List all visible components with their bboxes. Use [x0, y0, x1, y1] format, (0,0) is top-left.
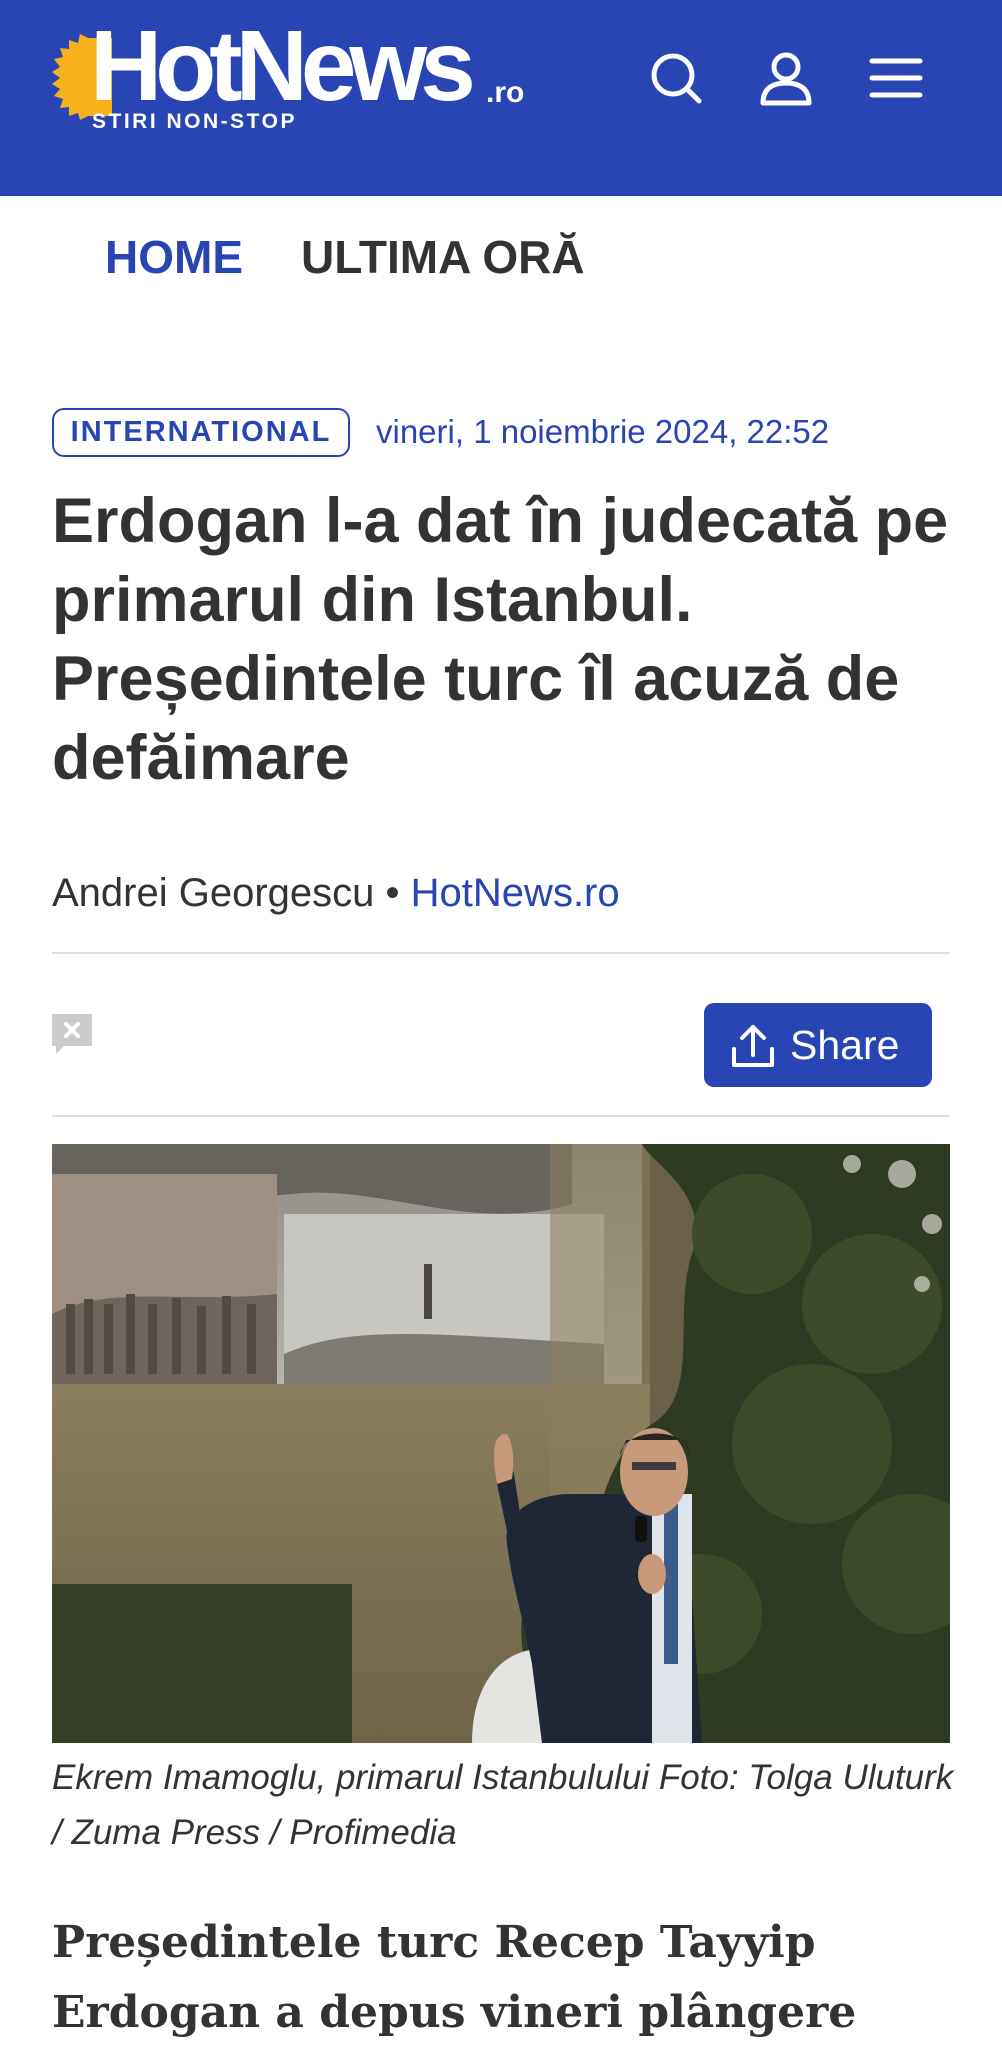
logo-tagline: STIRI NON-STOP	[92, 110, 297, 133]
article-title: Erdogan l-a dat în judecată pe primarul …	[52, 486, 949, 793]
share-button[interactable]: Share	[704, 1003, 932, 1087]
divider	[52, 952, 950, 954]
nav-item-ultima-ora[interactable]: ULTIMA ORĂ	[301, 232, 585, 283]
byline-separator: •	[385, 871, 400, 915]
category-badge[interactable]: INTERNATIONAL	[52, 408, 350, 457]
author-name[interactable]: Andrei Georgescu	[52, 871, 374, 915]
image-caption: Ekrem Imamoglu, primarul Istanbulului Fo…	[52, 1758, 954, 1852]
search-button[interactable]	[648, 50, 704, 106]
article-byline: Andrei Georgescu • HotNews.ro	[52, 868, 620, 918]
article-date: vineri, 1 noiembrie 2024, 22:52	[376, 413, 830, 450]
share-label: Share	[790, 1022, 900, 1068]
article-photo	[52, 1144, 950, 1743]
upload-share-icon	[732, 1025, 774, 1067]
account-button[interactable]	[758, 50, 814, 106]
article-lead: Președintele turc Recep Tayyip Erdogan a…	[52, 1917, 857, 2038]
nav-item-home[interactable]: HOME	[105, 232, 243, 283]
user-icon	[760, 52, 812, 106]
logo-wordmark: HotNews	[90, 10, 476, 122]
main-nav: HOME ULTIMA ORĂ	[0, 196, 1002, 326]
hotnews-logo[interactable]: HotNews .ro STIRI NON-STOP	[52, 10, 532, 138]
hamburger-menu-icon	[869, 58, 923, 98]
divider	[52, 1115, 950, 1117]
photo-speaker-at-podium	[52, 1144, 950, 1743]
search-icon	[651, 53, 702, 104]
comment-disabled-icon[interactable]	[52, 1014, 94, 1056]
site-header: HotNews .ro STIRI NON-STOP	[0, 0, 1002, 196]
logo-suffix: .ro	[486, 76, 525, 109]
menu-button[interactable]	[868, 50, 924, 106]
source-link[interactable]: HotNews.ro	[411, 871, 620, 915]
